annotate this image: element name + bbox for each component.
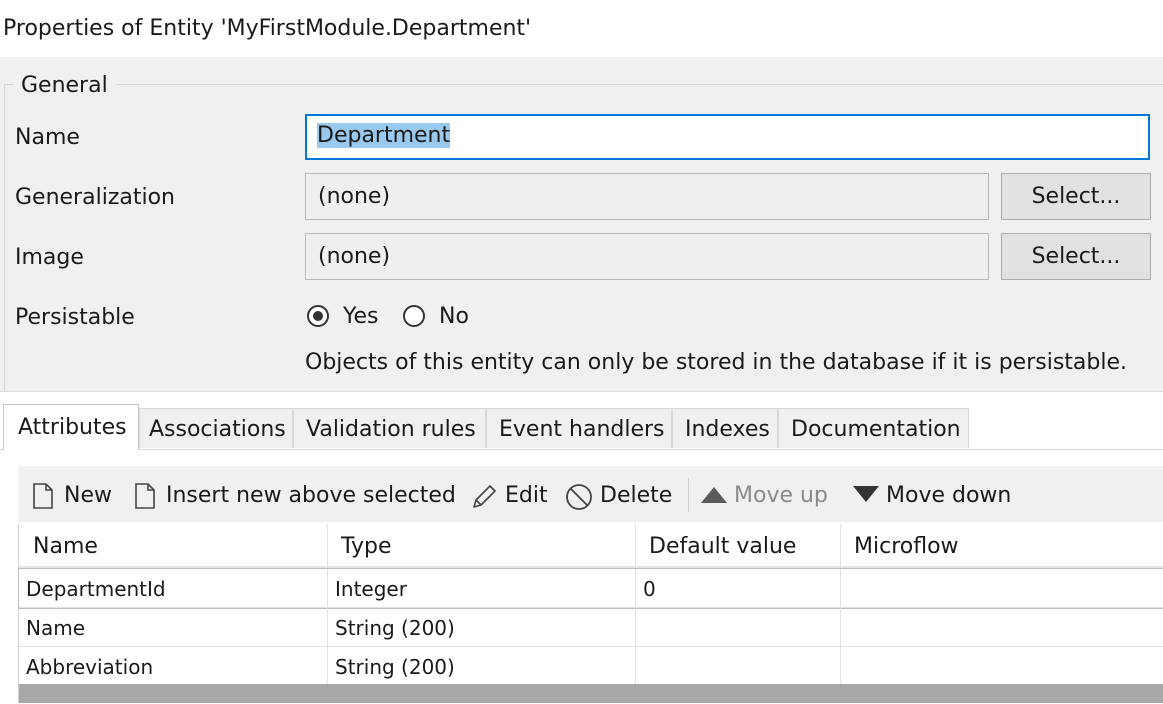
delete-label: Delete [600,483,673,508]
tab-validation-rules[interactable]: Validation rules [293,408,486,448]
generalization-field: (none) [305,173,989,220]
move-down-label: Move down [886,483,1012,508]
column-header-name[interactable]: Name [19,524,328,566]
pencil-icon [473,485,496,508]
move-down-button[interactable]: Move down [852,479,1022,513]
persistable-hint: Objects of this entity can only be store… [305,350,1128,375]
cell-default-value [636,608,841,646]
generalization-label: Generalization [15,185,175,210]
cell-name: DepartmentId [19,569,328,607]
tab-attributes[interactable]: Attributes [3,404,139,450]
move-up-button[interactable]: Move up [700,479,835,513]
cell-type: String (200) [328,647,636,685]
table-row[interactable]: DepartmentId Integer 0 [18,568,1163,609]
new-document-icon [33,483,53,509]
attributes-grid: Name Type Default value Microflow Depart… [18,524,1163,703]
delete-icon [566,484,592,510]
cell-microflow [841,608,1163,646]
tab-associations[interactable]: Associations [139,408,293,448]
cell-name: Name [19,608,328,646]
persistable-no-label[interactable]: No [439,302,469,332]
name-input-value: Department [317,123,451,148]
name-label: Name [15,125,80,150]
cell-microflow [841,569,1163,607]
new-label: New [64,483,112,508]
edit-button[interactable]: Edit [470,479,550,513]
move-up-label: Move up [734,483,828,508]
persistable-yes-radio[interactable] [307,305,329,327]
insert-above-button[interactable]: Insert new above selected [134,479,456,513]
delete-button[interactable]: Delete [565,479,675,513]
cell-type: Integer [328,569,636,607]
grid-header: Name Type Default value Microflow [19,524,1163,569]
general-section: General [0,57,1163,392]
cell-type: String (200) [328,608,636,646]
image-field: (none) [305,233,989,280]
image-label: Image [15,245,84,270]
column-header-type[interactable]: Type [328,524,636,566]
triangle-up-icon [701,487,727,503]
tab-documentation[interactable]: Documentation [778,408,969,448]
persistable-label: Persistable [15,305,135,330]
name-input[interactable]: Department [305,114,1150,160]
tab-indexes[interactable]: Indexes [672,408,778,448]
persistable-no-radio[interactable] [403,305,425,327]
image-select-button[interactable]: Select... [1001,233,1151,280]
column-header-microflow[interactable]: Microflow [841,524,1163,566]
window-title: Properties of Entity 'MyFirstModule.Depa… [3,16,532,41]
cell-default-value: 0 [636,569,841,607]
insert-document-icon [135,483,155,509]
triangle-down-icon [853,486,879,502]
edit-label: Edit [505,483,548,508]
table-row[interactable]: Name String (200) [19,608,1163,647]
table-row[interactable]: Abbreviation String (200) [19,647,1163,686]
tab-event-handlers[interactable]: Event handlers [486,408,672,448]
cell-default-value [636,647,841,685]
grid-empty-area [19,684,1163,703]
general-legend: General [13,72,116,100]
toolbar-separator [688,478,689,512]
cell-microflow [841,647,1163,685]
new-button[interactable]: New [32,479,116,513]
persistable-yes-label[interactable]: Yes [343,302,379,332]
insert-above-label: Insert new above selected [166,483,456,508]
generalization-select-button[interactable]: Select... [1001,173,1151,220]
cell-name: Abbreviation [19,647,328,685]
column-header-default-value[interactable]: Default value [636,524,841,566]
